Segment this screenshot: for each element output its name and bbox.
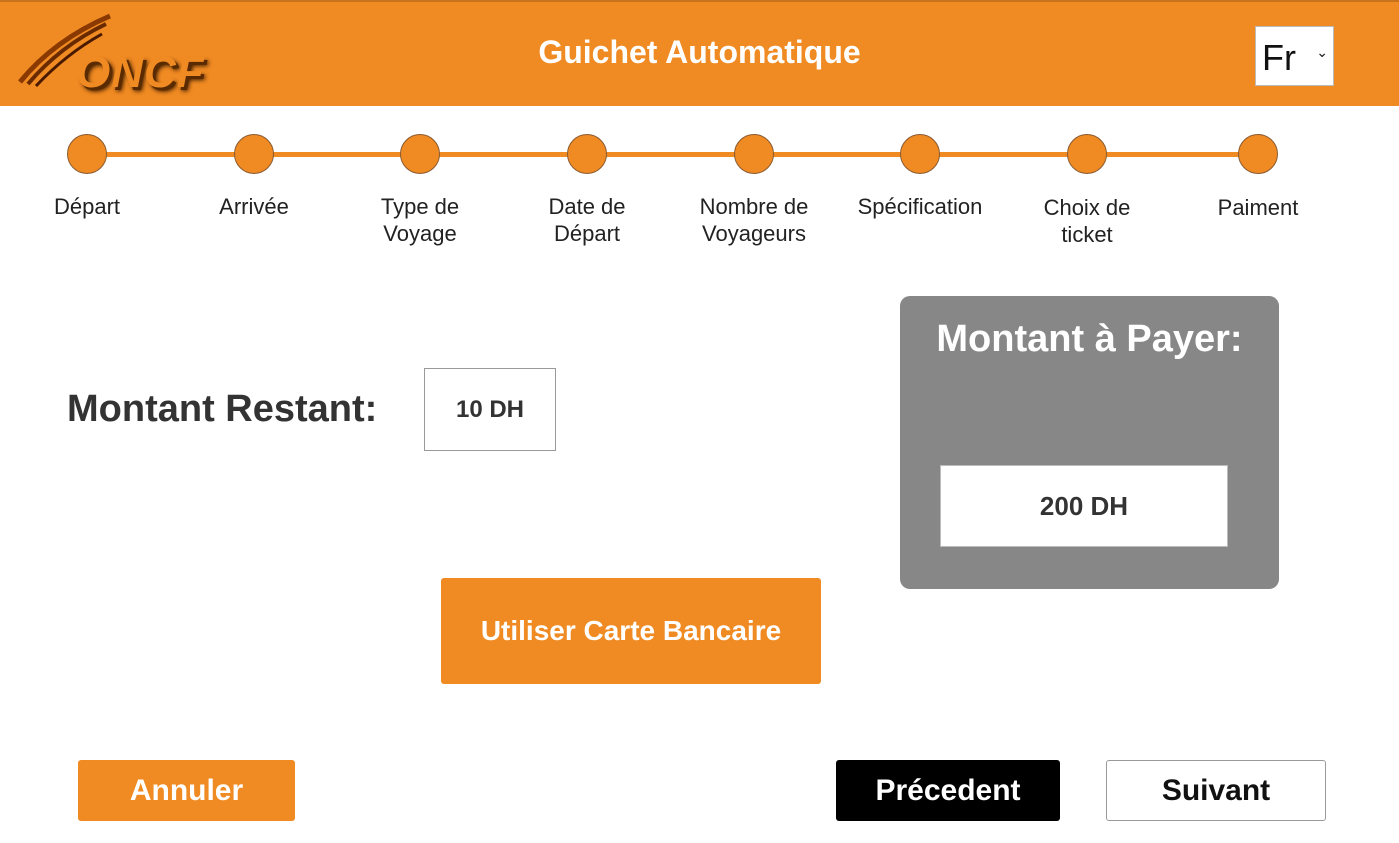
- step-label: Paiment: [1188, 194, 1328, 221]
- stepper-connector: [587, 152, 754, 157]
- step-marker: [400, 134, 440, 174]
- use-bank-card-button[interactable]: Utiliser Carte Bancaire: [441, 578, 821, 684]
- header-bar: ONCF Guichet Automatique Fr ⌄: [0, 0, 1399, 106]
- remaining-amount-value: 10 DH: [424, 368, 556, 451]
- stepper-connector: [754, 152, 920, 157]
- step-marker: [567, 134, 607, 174]
- step-label-line: Date de: [548, 194, 626, 219]
- stepper-connector: [420, 152, 587, 157]
- step-label: Départ: [17, 193, 157, 220]
- stepper-connector: [1087, 152, 1258, 157]
- step-label-line: ticket: [1061, 222, 1113, 247]
- step-label-line: Arrivée: [219, 194, 289, 219]
- app-title: Guichet Automatique: [538, 34, 861, 70]
- amount-to-pay-panel: Montant à Payer: 200 DH: [900, 296, 1279, 589]
- step-marker: [1067, 134, 1107, 174]
- step-label-line: Départ: [53, 194, 121, 219]
- chevron-down-icon: ⌄: [1316, 44, 1328, 60]
- language-select-value: Fr: [1262, 37, 1296, 78]
- step-label-line: Type de: [380, 194, 460, 219]
- stepper-connector: [920, 152, 1087, 157]
- step-label: Date de Départ: [517, 193, 657, 247]
- step-label-line: Choix de: [1043, 195, 1131, 220]
- step-label: Arrivée: [184, 193, 324, 220]
- step-marker: [67, 134, 107, 174]
- step-label-line: Nombre de: [699, 194, 809, 219]
- step-label-line: Voyage: [383, 221, 457, 246]
- amount-to-pay-label: Montant à Payer:: [936, 318, 1243, 360]
- step-marker: [734, 134, 774, 174]
- step-marker: [900, 134, 940, 174]
- progress-stepper: Départ Arrivée Type de Voyage Date de Départ N…: [0, 120, 1399, 260]
- language-select[interactable]: Fr ⌄: [1255, 26, 1334, 86]
- step-label: Type de Voyage: [350, 193, 490, 247]
- step-label-line: Paiment: [1217, 195, 1299, 220]
- cancel-button[interactable]: Annuler: [78, 760, 295, 821]
- remaining-amount-label: Montant Restant:: [67, 388, 378, 430]
- next-button[interactable]: Suivant: [1106, 760, 1326, 821]
- step-label: Choix de ticket: [1017, 194, 1157, 248]
- step-marker: [234, 134, 274, 174]
- stepper-connector: [87, 152, 254, 157]
- step-label-line: Voyageurs: [702, 221, 806, 246]
- step-label: Nombre de Voyageurs: [684, 193, 824, 247]
- amount-to-pay-value: 200 DH: [940, 465, 1228, 547]
- step-label-line: Spécification: [857, 194, 983, 219]
- step-label: Spécification: [850, 193, 990, 220]
- stepper-connector: [254, 152, 420, 157]
- step-marker: [1238, 134, 1278, 174]
- step-label-line: Départ: [553, 221, 621, 246]
- previous-button[interactable]: Précedent: [836, 760, 1060, 821]
